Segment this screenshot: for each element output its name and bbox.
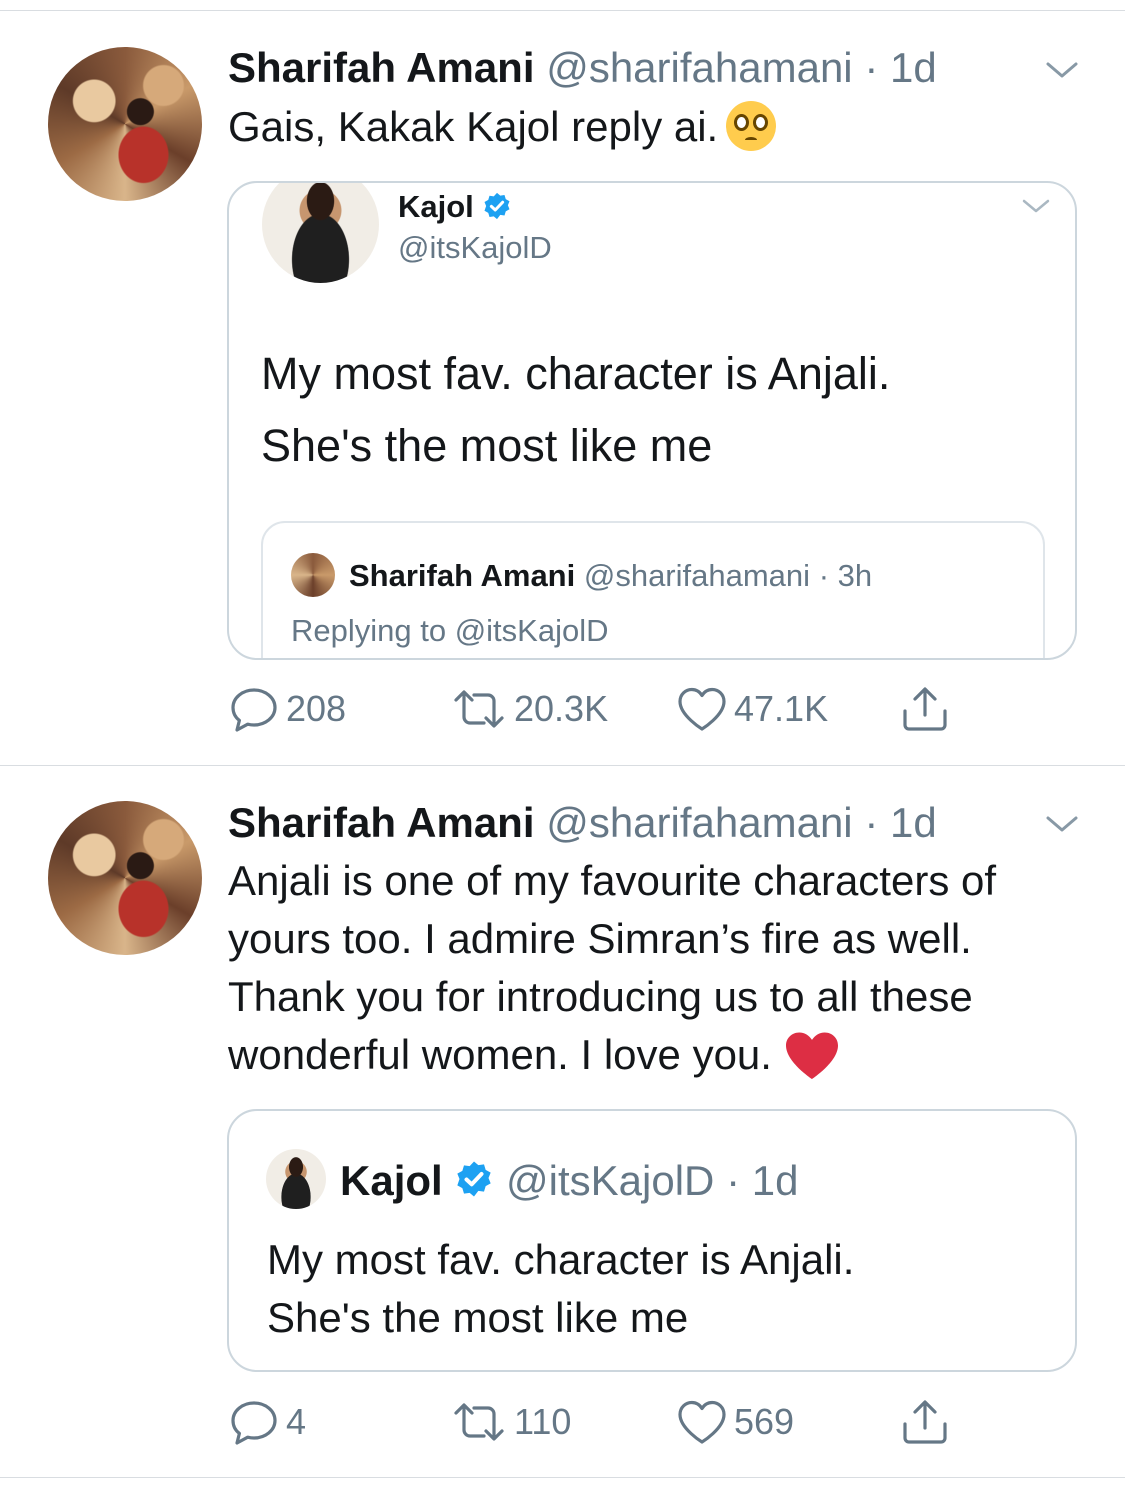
- retweet-button[interactable]: 20.3K: [450, 684, 608, 734]
- timestamp[interactable]: · 1d: [864, 44, 936, 91]
- quoted-text: My most fav. character is Anjali. She's …: [261, 338, 890, 482]
- quoted-tweet[interactable]: Kajol @itsKajolD · 1d My most fav. chara…: [227, 1109, 1077, 1372]
- author-name[interactable]: Sharifah Amani: [228, 44, 535, 91]
- tweet-text-line: Anjali is one of my favourite characters…: [228, 857, 997, 904]
- chevron-down-icon[interactable]: [1044, 58, 1080, 82]
- avatar[interactable]: [48, 801, 202, 955]
- tweet-text: Anjali is one of my favourite characters…: [228, 852, 1108, 1084]
- share-icon: [903, 1400, 947, 1444]
- tweet-text-line-last: wonderful women. I love you.: [228, 1026, 1108, 1084]
- tweet-actions: 4 110 569: [228, 1397, 988, 1447]
- quoted-text-line: My most fav. character is Anjali.: [261, 348, 891, 399]
- author-handle[interactable]: @sharifahamani: [546, 799, 852, 846]
- chevron-down-icon[interactable]: [1044, 812, 1080, 836]
- tweet-text-line: Thank you for introducing us to all thes…: [228, 973, 973, 1020]
- share-button[interactable]: [900, 1397, 956, 1447]
- timestamp[interactable]: · 1d: [864, 799, 936, 846]
- nested-reply-card: Sharifah Amani @sharifahamani · 3h Reply…: [261, 521, 1045, 658]
- quoted-timestamp: · 1d: [726, 1157, 799, 1204]
- share-icon: [903, 687, 947, 731]
- avatar[interactable]: [48, 47, 202, 201]
- author-handle[interactable]: @sharifahamani: [546, 44, 852, 91]
- nested-replying-to: Replying to @itsKajolD: [291, 613, 609, 648]
- quoted-author-name: Kajol: [340, 1157, 443, 1204]
- quoted-text-line: She's the most like me: [261, 420, 713, 471]
- verified-badge-icon: [457, 1161, 492, 1197]
- red-heart-emoji: [785, 1032, 838, 1079]
- nested-reply-avatar: [291, 553, 335, 597]
- tweet-text: Gais, Kakak Kajol reply ai.: [228, 98, 1108, 156]
- nested-reply-header: Sharifah Amani @sharifahamani · 3h: [349, 556, 872, 596]
- like-count: 569: [734, 1401, 795, 1442]
- retweet-icon: [454, 690, 504, 728]
- like-count: 47.1K: [734, 688, 829, 729]
- heart-icon: [678, 687, 726, 731]
- verified-badge-icon: [484, 192, 510, 220]
- quoted-author-handle: @itsKajolD: [398, 230, 552, 265]
- quoted-header: Kajol: [398, 187, 512, 227]
- chevron-down-icon[interactable]: [1021, 196, 1051, 216]
- quoted-author-handle: @itsKajolD: [506, 1157, 715, 1204]
- tweet-actions: 208 20.3K 47.1K: [228, 684, 988, 734]
- retweet-icon: [454, 1403, 504, 1441]
- pleading-face-emoji: [726, 101, 777, 151]
- reply-button[interactable]: 4: [228, 1397, 306, 1447]
- like-button[interactable]: 47.1K: [676, 684, 828, 734]
- heart-icon: [678, 1400, 726, 1444]
- reply-button[interactable]: 208: [228, 684, 346, 734]
- reply-icon: [231, 1401, 277, 1445]
- retweet-count: 20.3K: [514, 688, 609, 729]
- nested-reply-author-handle: @sharifahamani: [583, 558, 811, 593]
- tweet[interactable]: Sharifah Amani @sharifahamani · 1d Gais,…: [0, 0, 1125, 765]
- retweet-count: 110: [514, 1401, 572, 1442]
- tweet[interactable]: Sharifah Amani @sharifahamani · 1d Anjal…: [0, 766, 1125, 1477]
- quoted-text: My most fav. character is Anjali. She's …: [267, 1231, 854, 1347]
- tweet-text-line: yours too. I admire Simran’s fire as wel…: [228, 915, 972, 962]
- quoted-header: Kajol @itsKajolD · 1d: [340, 1156, 798, 1206]
- quoted-tweet[interactable]: Kajol @itsKajolD My most fav. character …: [227, 181, 1077, 660]
- share-button[interactable]: [900, 684, 956, 734]
- tweet-text-content: Gais, Kakak Kajol reply ai.: [228, 103, 719, 150]
- quoted-author-name: Kajol: [398, 189, 474, 224]
- tweet-text-line: wonderful women. I love you.: [228, 1031, 772, 1078]
- reply-icon: [231, 688, 277, 732]
- tweet-header: Sharifah Amani @sharifahamani · 1d: [228, 47, 937, 89]
- nested-reply-author-name: Sharifah Amani: [349, 558, 576, 593]
- quoted-avatar: [266, 1149, 326, 1209]
- author-name[interactable]: Sharifah Amani: [228, 799, 535, 846]
- retweet-button[interactable]: 110: [450, 1397, 571, 1447]
- like-button[interactable]: 569: [676, 1397, 794, 1447]
- reply-count: 4: [286, 1401, 307, 1442]
- nested-reply-timestamp: · 3h: [818, 558, 873, 593]
- quoted-text-line: My most fav. character is Anjali.: [267, 1236, 855, 1283]
- quoted-avatar: [262, 183, 379, 283]
- reply-count: 208: [286, 688, 347, 729]
- tweet-header: Sharifah Amani @sharifahamani · 1d: [228, 802, 937, 844]
- quoted-text-line: She's the most like me: [267, 1294, 689, 1341]
- bottom-divider: [0, 1477, 1125, 1478]
